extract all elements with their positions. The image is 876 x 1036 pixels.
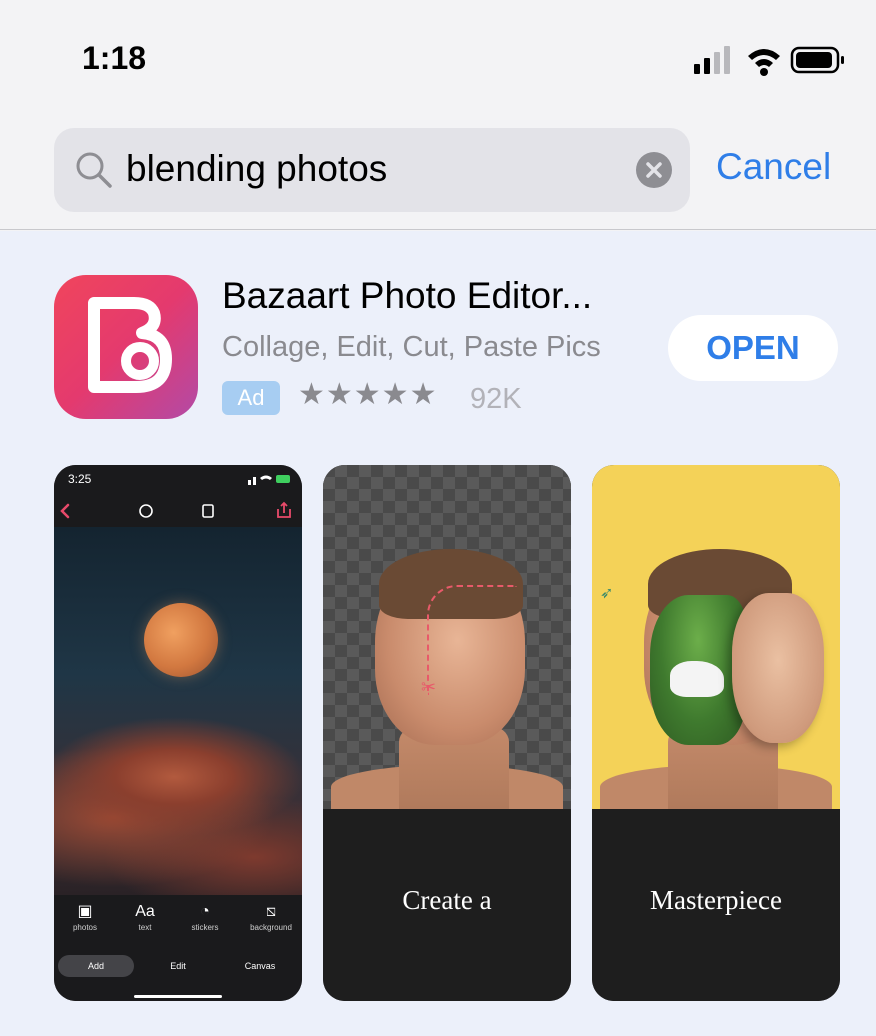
mode-edit: Edit <box>170 961 186 971</box>
back-icon <box>60 503 70 519</box>
app-screenshot-1[interactable]: 3:25 ▣ photos Aa text ◔ stickers ⧅ backg… <box>54 465 302 1001</box>
app-screenshot-3[interactable]: ➶ Masterpiece <box>592 465 840 1001</box>
rating-count: 92K <box>470 383 522 415</box>
screenshot-caption: Create a <box>402 885 492 915</box>
trash-icon <box>202 504 214 518</box>
status-bar: 1:18 <box>0 0 876 110</box>
screenshot-caption: Masterpiece <box>650 885 782 915</box>
app-subtitle: Collage, Edit, Cut, Paste Pics <box>222 331 601 363</box>
bazaart-logo-icon <box>88 297 172 393</box>
search-input[interactable]: blending photos <box>54 128 690 212</box>
image-icon: ▣ <box>77 903 93 920</box>
screenshot-status-bar: 3:25 <box>54 465 302 495</box>
screenshot-status-icons <box>248 475 290 485</box>
search-icon <box>76 152 112 188</box>
tool-background: ⧅ background <box>240 901 302 932</box>
screenshot-tool-bar: ▣ photos Aa text ◔ stickers ⧅ background <box>54 895 302 951</box>
search-bar: blending photos Cancel <box>0 110 876 230</box>
moon <box>144 603 218 677</box>
caption-panel: Masterpiece <box>592 809 840 1001</box>
cancel-button[interactable]: Cancel <box>716 146 831 188</box>
face-mask <box>732 593 824 743</box>
screenshot-toolbar <box>54 495 302 527</box>
background-icon: ⧅ <box>265 903 277 920</box>
share-icon <box>277 501 291 518</box>
moon-clouds-photo <box>54 527 302 895</box>
caption-panel: Create a <box>323 809 571 1001</box>
wifi-icon <box>748 49 780 76</box>
tool-stickers: ◔ stickers <box>174 901 236 932</box>
app-title[interactable]: Bazaart Photo Editor... <box>222 275 592 317</box>
cut-path <box>427 585 517 695</box>
cellular-signal-icon <box>694 46 730 74</box>
clear-icon[interactable] <box>636 152 672 188</box>
tool-photos: ▣ photos <box>54 901 116 932</box>
scissors-icon: ✂ <box>421 677 437 697</box>
white-horse <box>670 661 724 697</box>
undo-icon <box>139 504 153 518</box>
sticker-icon: ◔ <box>200 903 210 920</box>
search-query: blending photos <box>126 148 388 189</box>
status-time: 1:18 <box>82 40 147 76</box>
screenshot-mode-bar: Add Edit Canvas <box>54 951 302 1001</box>
search-results: Bazaart Photo Editor... Collage, Edit, C… <box>0 231 876 1036</box>
screenshot-time: 3:25 <box>68 472 92 486</box>
app-screenshot-2[interactable]: ✂ Create a <box>323 465 571 1001</box>
app-icon[interactable] <box>54 275 198 419</box>
mode-canvas: Canvas <box>244 961 276 971</box>
status-icons <box>688 44 848 76</box>
open-button[interactable]: OPEN <box>668 315 838 381</box>
ad-badge: Ad <box>222 381 280 415</box>
hummingbird-icon: ➶ <box>600 585 614 602</box>
mode-add: Add <box>58 955 134 977</box>
battery-icon <box>790 46 844 74</box>
tool-text: Aa text <box>135 903 155 932</box>
star-rating: ★★★★★ <box>298 378 438 411</box>
home-indicator <box>134 995 222 998</box>
